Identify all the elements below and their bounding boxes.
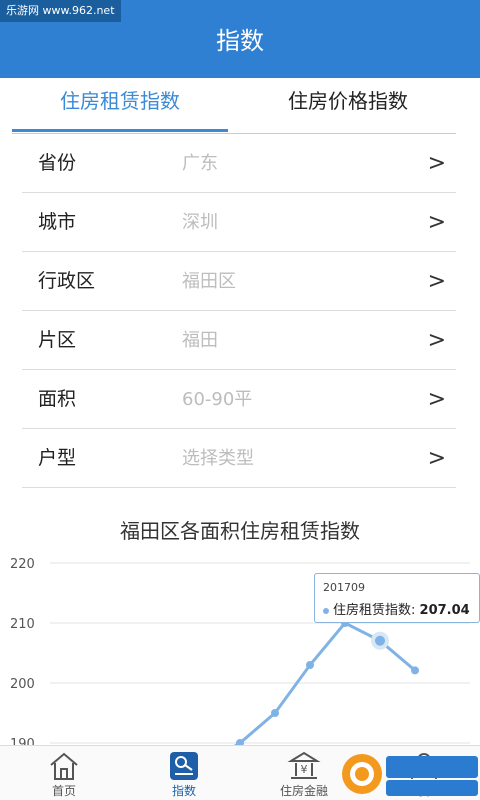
y-tick-label: 190: [10, 737, 35, 745]
row-value: 60-90平: [182, 389, 253, 410]
row-value: 选择类型: [182, 448, 254, 469]
tooltip-value-line: 住房租赁指数: 207.04: [323, 599, 471, 618]
search-icon: [170, 752, 198, 780]
row-label: 户型: [38, 447, 77, 469]
watermark: 乐游网 www.962.net: [0, 0, 121, 22]
data-point[interactable]: [306, 661, 314, 669]
chevron-right-icon: >: [427, 210, 446, 235]
y-tick-label: 200: [10, 677, 35, 692]
index-tabs: 住房租赁指数 住房价格指数: [12, 78, 456, 134]
row-label: 片区: [38, 329, 77, 351]
962-logo: [342, 754, 478, 796]
row-size[interactable]: 面积 60-90平 >: [22, 370, 456, 429]
chevron-right-icon: >: [427, 328, 446, 353]
nav-home[interactable]: 首页: [4, 746, 124, 800]
row-city[interactable]: 城市 深圳 >: [22, 193, 456, 252]
row-label: 面积: [38, 388, 77, 410]
chart-tooltip: 201709 住房租赁指数: 207.04: [314, 573, 480, 623]
tab-price-index[interactable]: 住房价格指数: [240, 78, 456, 134]
data-point[interactable]: [271, 709, 279, 717]
row-area-zone[interactable]: 片区 福田 >: [22, 311, 456, 370]
y-tick-label: 210: [10, 617, 35, 632]
nav-index[interactable]: 指数: [124, 746, 244, 800]
nav-label: 指数: [171, 784, 196, 798]
page-title: 指数: [216, 27, 264, 55]
home-icon: [50, 752, 78, 780]
chevron-right-icon: >: [427, 269, 446, 294]
row-district[interactable]: 行政区 福田区 >: [22, 252, 456, 311]
row-province[interactable]: 省份 广东 >: [22, 134, 456, 193]
row-label: 城市: [38, 211, 77, 233]
tooltip-date: 201709: [323, 581, 365, 594]
tab-rental-index[interactable]: 住房租赁指数: [12, 78, 228, 134]
row-value: 深圳: [182, 212, 218, 233]
svg-text:¥: ¥: [301, 763, 308, 776]
series-dot-icon: [323, 607, 329, 614]
y-tick-label: 220: [10, 557, 35, 572]
tooltip-series-label: 住房租赁指数:: [333, 603, 416, 618]
chevron-right-icon: >: [427, 151, 446, 176]
filter-form: 省份 广东 > 城市 深圳 > 行政区 福田区 > 片区 福田 > 面积 60-…: [22, 134, 456, 488]
app-header: 乐游网 www.962.net 指数: [0, 0, 480, 78]
row-value: 福田: [182, 330, 218, 351]
series-line: [233, 621, 416, 745]
row-label: 省份: [38, 152, 77, 174]
data-point[interactable]: [411, 666, 419, 675]
chevron-right-icon: >: [427, 446, 446, 471]
tooltip-value: 207.04: [419, 603, 470, 618]
row-value: 广东: [182, 153, 218, 174]
row-layout-type[interactable]: 户型 选择类型 >: [22, 429, 456, 488]
chevron-right-icon: >: [427, 387, 446, 412]
chart-title: 福田区各面积住房租赁指数: [120, 519, 360, 543]
nav-label: 首页: [51, 784, 76, 798]
highlighted-data-point[interactable]: [371, 631, 389, 650]
row-value: 福田区: [182, 271, 236, 292]
bank-icon: ¥: [287, 751, 321, 779]
row-label: 行政区: [38, 270, 96, 292]
active-tab-indicator: [12, 129, 228, 132]
